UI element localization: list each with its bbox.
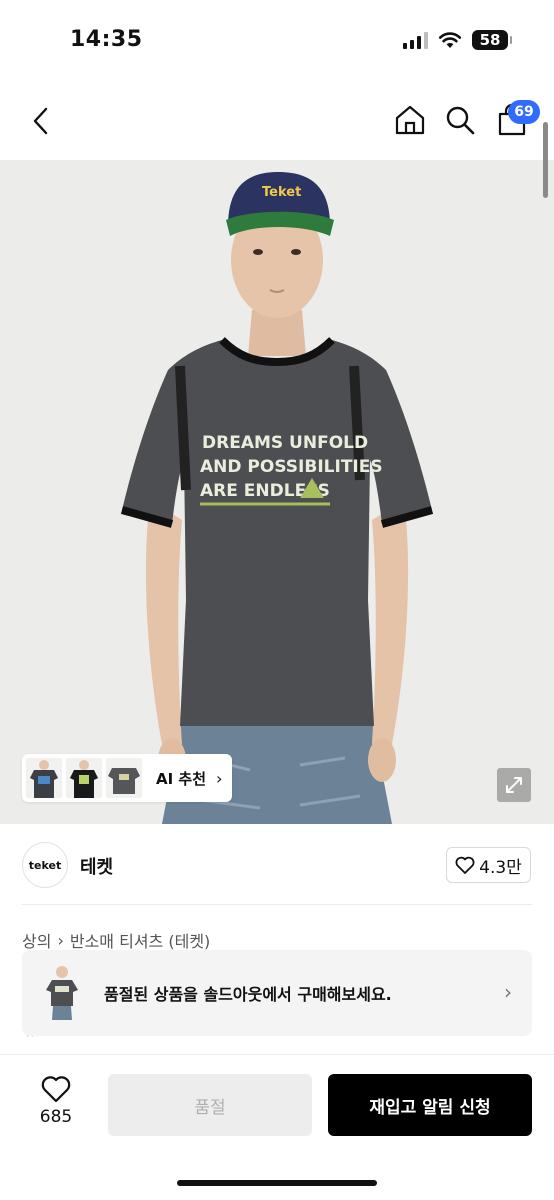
model-wearing-tshirt-image: DREAMS UNFOLD AND POSSIBILITIES ARE ENDL… — [120, 172, 434, 824]
expand-image-button[interactable] — [497, 768, 531, 802]
breadcrumb: 상의 › 반소매 티셔츠 (테켓) — [22, 928, 210, 952]
wishlist-count: 685 — [39, 1107, 73, 1127]
thumbnail-image — [108, 768, 140, 794]
breadcrumb-subcategory[interactable]: 반소매 티셔츠 (테켓) — [70, 928, 210, 952]
breadcrumb-category[interactable]: 상의 — [22, 928, 51, 952]
ai-recommend-strip[interactable]: AI 추천 › — [22, 754, 233, 802]
search-button[interactable] — [442, 102, 478, 138]
heart-icon — [41, 1076, 71, 1103]
nav-bar — [0, 80, 554, 160]
status-bar: 14:35 58 — [0, 0, 554, 80]
brand-name[interactable]: 테켓 — [80, 853, 113, 879]
status-time: 14:35 — [70, 27, 143, 52]
product-main-image[interactable]: DREAMS UNFOLD AND POSSIBILITIES ARE ENDL… — [0, 160, 554, 824]
chevron-right-icon: › — [216, 768, 223, 788]
search-icon — [446, 106, 475, 135]
heart-icon — [455, 856, 475, 874]
back-chevron-icon — [33, 107, 48, 135]
bottom-action-bar: 685 품절 재입고 알림 신청 — [0, 1054, 554, 1200]
recommend-thumbnail-3[interactable] — [106, 758, 142, 798]
thumbnail-image — [70, 760, 98, 798]
brand-row: teket 테켓 4.3만 — [0, 840, 554, 896]
brand-logo[interactable]: teket — [22, 842, 68, 888]
cap-logo-text: Teket — [262, 185, 301, 200]
home-icon — [395, 105, 425, 135]
soldout-product-thumbnail — [38, 963, 86, 1023]
brand-like-count: 4.3만 — [479, 857, 522, 878]
wishlist-button[interactable]: 685 — [28, 1075, 84, 1135]
cellular-signal-icon — [403, 31, 428, 49]
soldout-banner-text: 품절된 상품을 솔드아웃에서 구매해보세요. — [104, 985, 392, 1004]
divider — [22, 904, 532, 905]
shirt-print-line-1: DREAMS UNFOLD — [202, 433, 368, 453]
scroll-indicator[interactable] — [543, 122, 548, 198]
product-thumbnail-image — [46, 966, 78, 1020]
recommend-thumbnail-2[interactable] — [66, 758, 102, 798]
status-icons: 58 — [403, 30, 512, 50]
thumbnail-image — [30, 760, 58, 798]
battery-indicator: 58 — [472, 30, 512, 50]
chevron-right-icon: › — [504, 980, 512, 1004]
expand-arrows-icon — [506, 777, 522, 793]
home-button[interactable] — [392, 102, 428, 138]
brand-logo-text: teket — [28, 858, 62, 872]
ai-recommend-label: AI 추천 — [156, 769, 207, 788]
soldout-promo-banner[interactable]: 품절된 상품을 솔드아웃에서 구매해보세요. › — [22, 950, 532, 1036]
back-button[interactable] — [26, 104, 56, 138]
breadcrumb-separator-icon: › — [57, 930, 64, 950]
wifi-icon — [438, 32, 462, 48]
restock-alert-button[interactable]: 재입고 알림 신청 — [328, 1074, 532, 1136]
soldout-button: 품절 — [108, 1074, 312, 1136]
home-indicator[interactable] — [177, 1180, 377, 1186]
brand-like-button[interactable]: 4.3만 — [446, 847, 531, 883]
recommend-thumbnail-1[interactable] — [26, 758, 62, 798]
cart-count-badge: 69 — [508, 100, 540, 124]
shirt-print-line-2: AND POSSIBILITIES — [200, 457, 383, 477]
